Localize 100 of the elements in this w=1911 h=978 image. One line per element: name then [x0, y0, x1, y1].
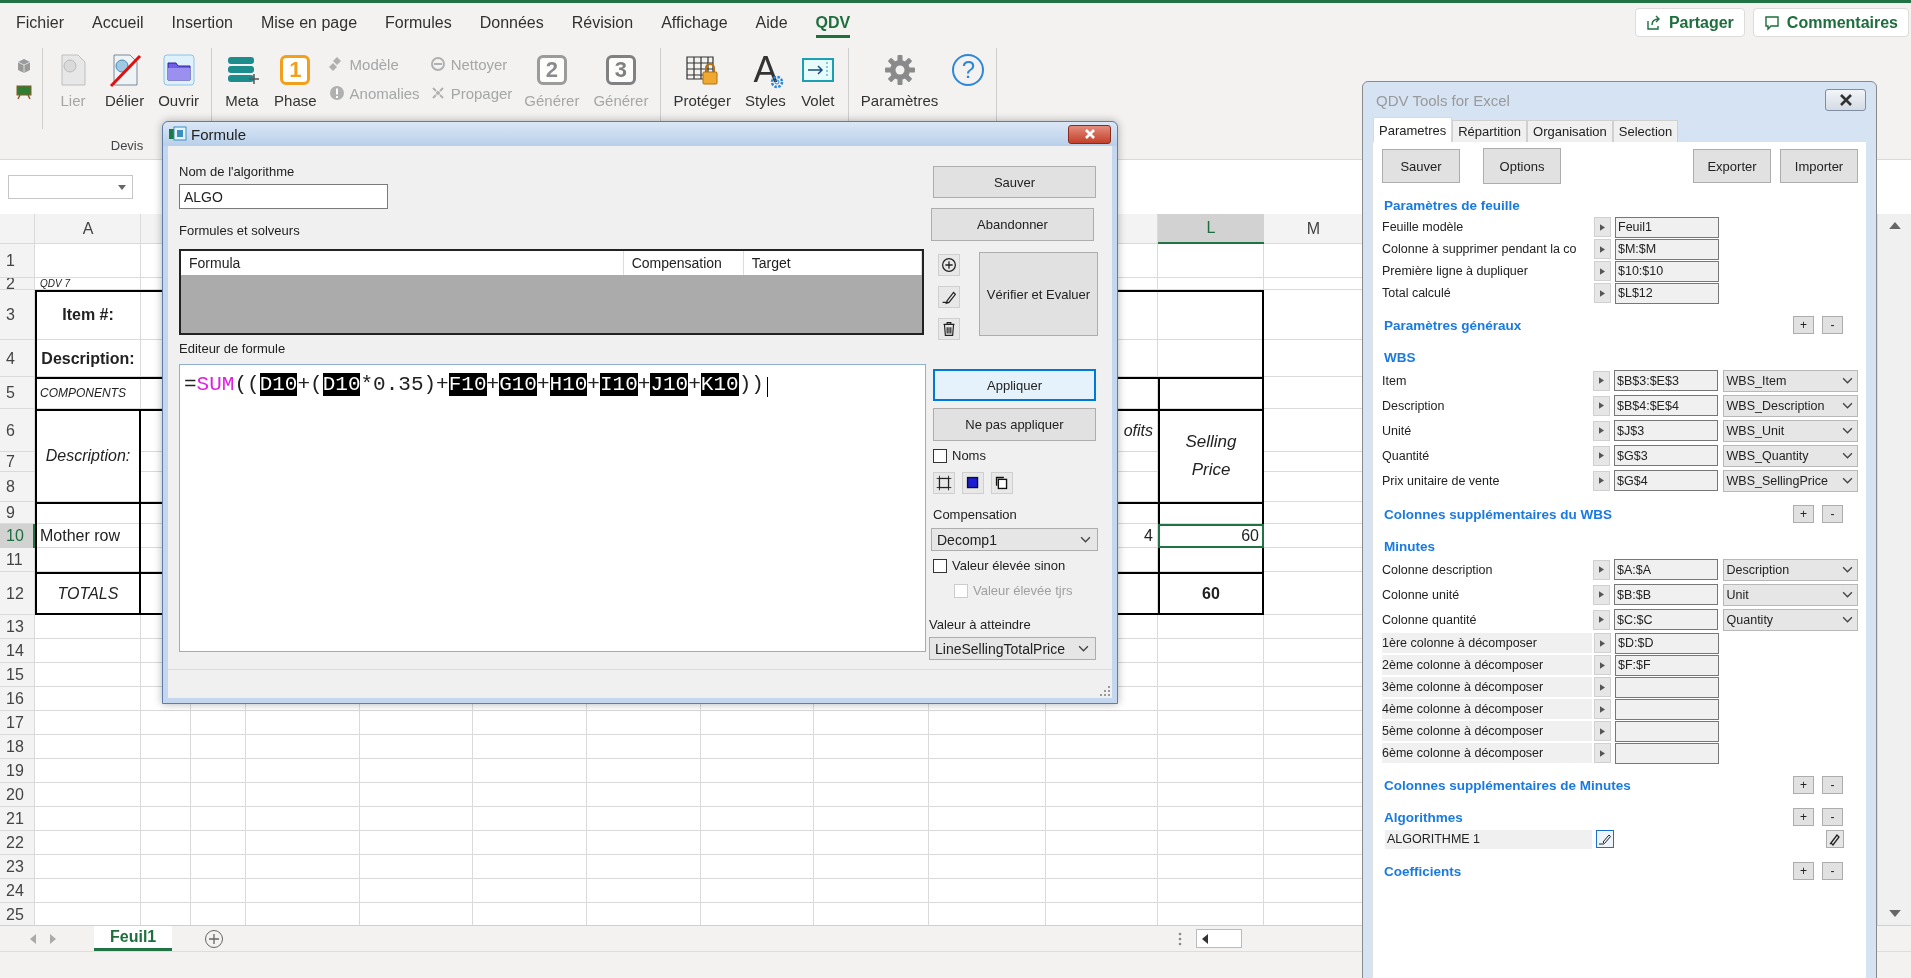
range-field[interactable]: $L$12	[1615, 282, 1719, 304]
panel-button[interactable]: Options	[1483, 148, 1561, 184]
row-header[interactable]: 18	[0, 735, 35, 759]
sheet-tab[interactable]: Feuil1	[94, 926, 173, 951]
abandon-button[interactable]: Abandonner	[931, 208, 1094, 241]
arrow-button[interactable]	[1594, 239, 1611, 259]
range-field[interactable]	[1615, 676, 1719, 698]
name-field[interactable]: ALGO	[179, 184, 388, 209]
range-field[interactable]: $D:$D	[1615, 632, 1719, 654]
range-field[interactable]: $M:$M	[1615, 238, 1719, 260]
action-button[interactable]: -	[1822, 808, 1843, 826]
action-button[interactable]: -	[1822, 505, 1843, 523]
no-apply-button[interactable]: Ne pas appliquer	[933, 408, 1096, 441]
pen-icon[interactable]	[1826, 830, 1844, 848]
row-header[interactable]: 13	[0, 615, 35, 639]
name-dropdown[interactable]: WBS_Unit	[1722, 419, 1858, 442]
range-field[interactable]: Feuil1	[1615, 216, 1719, 238]
range-field[interactable]: $B$3:$E$3	[1614, 370, 1718, 391]
left-arrow-icon[interactable]	[1202, 933, 1209, 944]
copy-icon[interactable]	[991, 472, 1013, 494]
row-header[interactable]: 10	[0, 524, 35, 548]
share-button[interactable]: Partager	[1634, 8, 1745, 37]
arrow-button[interactable]	[1594, 743, 1611, 763]
row-header[interactable]: 3	[0, 290, 35, 340]
column-header[interactable]: L	[1158, 214, 1264, 244]
name-dropdown[interactable]: WBS_Item	[1722, 369, 1858, 392]
ribbon-button[interactable]: Délier	[101, 48, 149, 109]
arrow-button[interactable]	[1593, 584, 1610, 605]
tab[interactable]: Selection	[1612, 120, 1679, 142]
name-dropdown[interactable]: WBS_SellingPrice	[1722, 469, 1858, 492]
ribbon-tab[interactable]: Formules	[385, 7, 452, 38]
arrow-button[interactable]	[1594, 677, 1611, 697]
ribbon-button[interactable]: Ouvrir	[154, 48, 204, 109]
arrow-button[interactable]	[1593, 395, 1610, 416]
arrow-button[interactable]	[1594, 261, 1611, 281]
up-arrow-icon[interactable]	[1888, 222, 1901, 229]
range-field[interactable]: $J$3	[1614, 420, 1718, 441]
select-icon[interactable]	[933, 472, 955, 494]
row-header[interactable]: 23	[0, 855, 35, 879]
scrollbar[interactable]	[1877, 214, 1911, 925]
range-field[interactable]: $B$4:$E$4	[1614, 395, 1718, 416]
row-header[interactable]: 8	[0, 472, 35, 502]
name-dropdown[interactable]: Quantity	[1722, 608, 1858, 631]
ribbon-tab[interactable]: Données	[479, 7, 544, 38]
row-header[interactable]: 16	[0, 687, 35, 711]
range-field[interactable]	[1615, 742, 1719, 764]
row-header[interactable]: 24	[0, 879, 35, 903]
ribbon-tab[interactable]: Insertion	[171, 7, 233, 38]
ribbon-button[interactable]: Protéger	[669, 48, 735, 109]
row-header[interactable]: 20	[0, 783, 35, 807]
ribbon-tab[interactable]: Aide	[755, 7, 788, 38]
row-header[interactable]: 15	[0, 663, 35, 687]
range-field[interactable]	[1615, 698, 1719, 720]
square-icon[interactable]	[962, 472, 984, 494]
range-field[interactable]: $10:$10	[1615, 260, 1719, 282]
ribbon-button[interactable]: 1 Phase	[270, 48, 321, 109]
arrow-button[interactable]	[1593, 370, 1610, 391]
horizontal-scrollbar[interactable]	[1196, 929, 1243, 948]
arrow-button[interactable]	[1594, 699, 1611, 719]
name-dropdown[interactable]: WBS_Quantity	[1722, 444, 1858, 467]
ribbon-tab[interactable]: Fichier	[16, 7, 64, 38]
row-header[interactable]: 5	[0, 377, 35, 409]
arrow-button[interactable]	[1593, 445, 1610, 466]
row-header[interactable]: 21	[0, 807, 35, 831]
tab[interactable]: Répartition	[1452, 120, 1528, 142]
row-header[interactable]: 9	[0, 502, 35, 524]
arrow-button[interactable]	[1593, 420, 1610, 441]
range-field[interactable]: $C:$C	[1614, 609, 1718, 630]
range-field[interactable]	[1615, 720, 1719, 742]
close-button[interactable]	[1068, 124, 1111, 144]
tab[interactable]: Organisation	[1527, 120, 1613, 142]
arrow-button[interactable]	[1594, 217, 1611, 237]
arrow-button[interactable]	[1593, 609, 1610, 630]
row-header[interactable]: 19	[0, 759, 35, 783]
chalkboard-icon[interactable]	[16, 84, 32, 100]
range-field[interactable]: $F:$F	[1615, 654, 1719, 676]
column-header[interactable]: Compensation	[623, 251, 744, 275]
checkbox[interactable]	[933, 448, 947, 463]
tab[interactable]: Parametres	[1373, 117, 1453, 142]
down-arrow-icon[interactable]	[1888, 910, 1901, 917]
verify-button[interactable]: Vérifier et Evaluer	[979, 252, 1098, 336]
checkbox[interactable]	[933, 558, 947, 573]
row-header[interactable]: 7	[0, 452, 35, 472]
close-button[interactable]	[1825, 89, 1866, 111]
action-button[interactable]: +	[1793, 316, 1814, 334]
ribbon-tab[interactable]: Accueil	[92, 7, 144, 38]
row-header[interactable]: 12	[0, 572, 35, 615]
target-dropdown[interactable]: LineSellingTotalPrice	[929, 637, 1096, 660]
row-header[interactable]: 17	[0, 711, 35, 735]
action-button[interactable]: -	[1822, 862, 1843, 880]
row-header[interactable]: 4	[0, 340, 35, 377]
panel-button[interactable]: Importer	[1780, 149, 1858, 183]
column-header[interactable]: Formula	[181, 251, 624, 275]
more-icon[interactable]	[1178, 931, 1183, 946]
range-field[interactable]: $B:$B	[1614, 584, 1718, 605]
column-header[interactable]: A	[35, 214, 141, 244]
range-field[interactable]: $G$4	[1614, 470, 1718, 491]
row-header[interactable]: 2	[0, 278, 35, 290]
ribbon-button[interactable]: Paramètres	[856, 48, 943, 109]
ribbon-tab[interactable]: Affichage	[661, 7, 728, 38]
